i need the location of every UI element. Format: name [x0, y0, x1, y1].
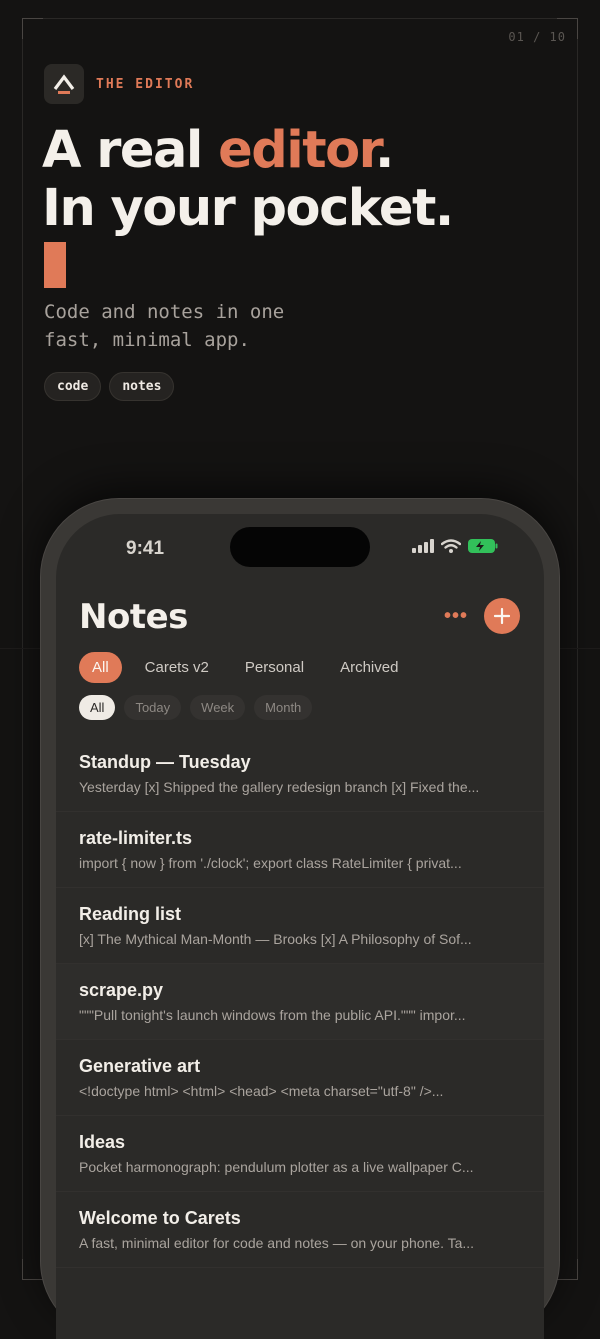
note-item[interactable]: Generative art <!doctype html> <html> <h…	[56, 1040, 544, 1116]
note-title: Ideas	[79, 1132, 126, 1152]
frame-line-top	[22, 18, 578, 19]
folder-tab-all[interactable]: All	[79, 652, 122, 683]
note-preview: Pocket harmonograph: pendulum plotter as…	[79, 1159, 474, 1175]
folder-tab-archived[interactable]: Archived	[327, 652, 411, 683]
corner-mark-br	[557, 1259, 578, 1280]
time-filter-today[interactable]: Today	[124, 695, 182, 720]
frame-line-left	[22, 18, 23, 1280]
note-title: scrape.py	[79, 980, 164, 1000]
note-preview: A fast, minimal editor for code and note…	[79, 1235, 475, 1251]
text-cursor	[44, 242, 66, 288]
corner-mark-tl	[22, 18, 43, 39]
time-filter-month[interactable]: Month	[254, 695, 313, 720]
status-icons	[412, 539, 498, 558]
note-preview: <!doctype html> <html> <head> <meta char…	[79, 1083, 444, 1099]
time-filter-all[interactable]: All	[79, 695, 116, 720]
note-title: Generative art	[79, 1056, 201, 1076]
note-title: rate-limiter.ts	[79, 828, 193, 848]
page-counter: 01 / 10	[508, 30, 566, 44]
wifi-icon	[440, 539, 462, 558]
note-preview: Yesterday [x] Shipped the gallery redesi…	[79, 779, 480, 795]
phone-screen: 9:41 Notes ••• All Carets v2 Personal Ar…	[56, 514, 544, 1339]
note-item[interactable]: Ideas Pocket harmonograph: pendulum plot…	[56, 1116, 544, 1192]
time-filters: All Today Week Month	[79, 695, 313, 720]
note-preview: [x] The Mythical Man-Month — Brooks [x] …	[79, 931, 472, 947]
note-item[interactable]: Standup — Tuesday Yesterday [x] Shipped …	[56, 736, 544, 812]
add-note-button[interactable]	[484, 598, 520, 634]
more-icon[interactable]: •••	[444, 606, 468, 626]
status-time: 9:41	[126, 538, 165, 559]
phone-frame: 9:41 Notes ••• All Carets v2 Personal Ar…	[41, 499, 559, 1339]
folder-tab-personal[interactable]: Personal	[232, 652, 317, 683]
brand-name: THE EDITOR	[96, 76, 195, 92]
note-title: Welcome to Carets	[79, 1208, 241, 1228]
dynamic-island	[230, 527, 370, 567]
note-item[interactable]: scrape.py """Pull tonight's launch windo…	[56, 964, 544, 1040]
note-preview: import { now } from './clock'; export cl…	[79, 855, 462, 871]
corner-mark-bl	[22, 1259, 43, 1280]
note-title: Reading list	[79, 904, 182, 924]
folder-tabs: All Carets v2 Personal Archived	[79, 652, 421, 683]
note-list: Standup — Tuesday Yesterday [x] Shipped …	[56, 736, 544, 1268]
subtitle: Code and notes in one fast, minimal app.	[44, 301, 285, 351]
tag-list: code notes	[44, 372, 175, 401]
time-filter-week[interactable]: Week	[190, 695, 246, 720]
battery-charging-icon	[468, 539, 498, 558]
headline-line-2: In your pocket.	[42, 179, 454, 238]
signal-icon	[412, 539, 434, 558]
headline-accent: editor	[218, 121, 376, 180]
frame-line-right	[577, 18, 578, 1280]
note-preview: """Pull tonight's launch windows from th…	[79, 1007, 466, 1023]
note-item[interactable]: Welcome to Carets A fast, minimal editor…	[56, 1192, 544, 1268]
tag-notes: notes	[109, 372, 175, 401]
folder-tab-carets-v2[interactable]: Carets v2	[132, 652, 222, 683]
note-item[interactable]: rate-limiter.ts import { now } from './c…	[56, 812, 544, 888]
notes-title: Notes	[79, 597, 188, 637]
brand: THE EDITOR	[44, 64, 194, 104]
headline-line-1: A real editor.	[42, 121, 394, 180]
tag-code: code	[44, 372, 102, 401]
headline: A real editor. In your pocket.	[42, 121, 454, 238]
caret-logo-icon	[44, 64, 84, 104]
note-title: Standup — Tuesday	[79, 752, 251, 772]
note-item[interactable]: Reading list [x] The Mythical Man-Month …	[56, 888, 544, 964]
plus-icon	[494, 608, 510, 624]
